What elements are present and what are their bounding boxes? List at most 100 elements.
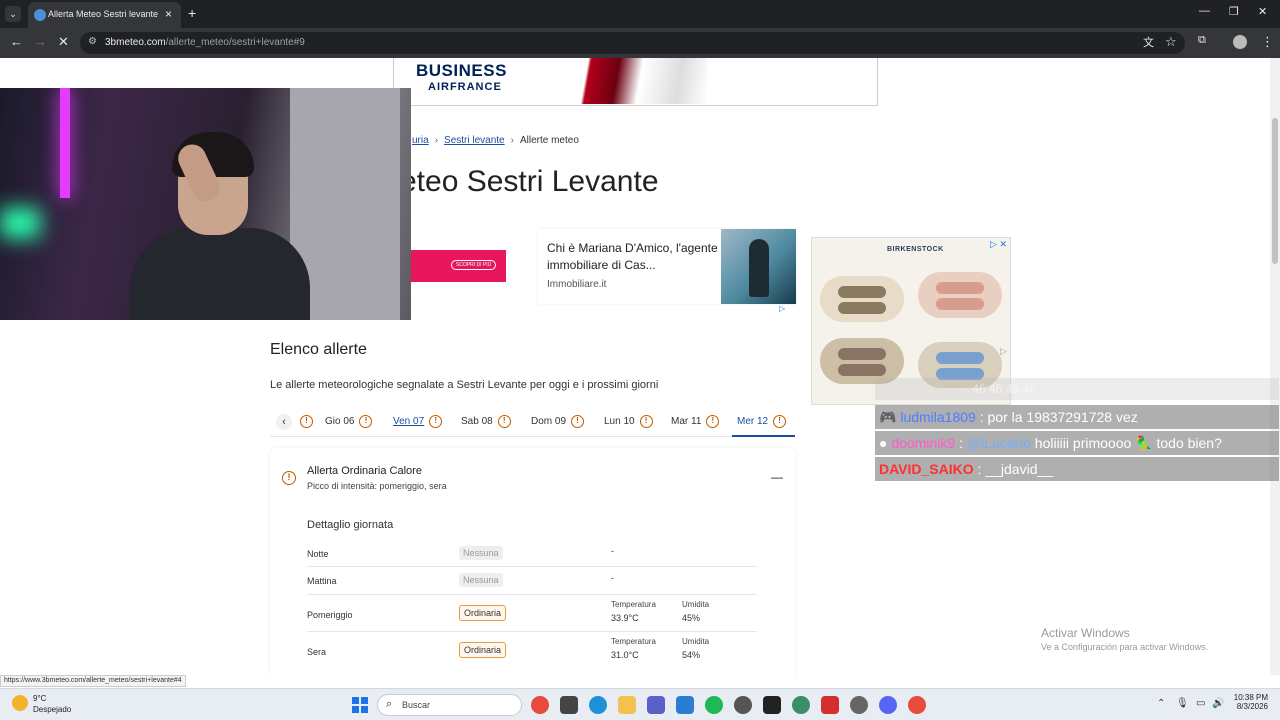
chat-text: holiiiii primoooo 🦜 todo bien? bbox=[1030, 435, 1222, 451]
humidity-label: Umidita bbox=[682, 637, 710, 646]
day-tabs: ‹ ! Gio 06! Ven 07! Sab 08! Dom 09! Lun … bbox=[270, 411, 795, 437]
chrome-active-app-icon[interactable] bbox=[908, 696, 926, 714]
spotify-app-icon[interactable] bbox=[705, 696, 723, 714]
temp-label: Temperatura bbox=[611, 600, 656, 609]
ad-image bbox=[557, 58, 707, 104]
row-value: - bbox=[611, 546, 614, 556]
immobiliare-ad-card[interactable]: Chi è Mariana D'Amico, l'agente immobili… bbox=[538, 229, 796, 304]
microphone-icon[interactable]: 🎙 bbox=[1176, 698, 1189, 709]
browser-tab[interactable]: Allerta Meteo Sestri levante [Og × bbox=[28, 2, 181, 28]
scrollbar-thumb[interactable] bbox=[1272, 118, 1278, 264]
adchoices-icon[interactable]: ▷ bbox=[779, 304, 785, 313]
chrome-app-icon[interactable] bbox=[531, 696, 549, 714]
chat-message: ● doominik9 : @iLucarto holiiiii primooo… bbox=[875, 431, 1279, 455]
chat-separator: : bbox=[955, 435, 967, 451]
maximize-button[interactable]: ❐ bbox=[1229, 5, 1239, 18]
breadcrumb: uria › Sestri levante › Allerte meteo bbox=[412, 135, 579, 146]
page-scrollbar[interactable] bbox=[1270, 58, 1280, 675]
taskbar-search[interactable]: ⌕ Buscar bbox=[377, 694, 522, 716]
store-app-icon[interactable] bbox=[560, 696, 578, 714]
close-window-button[interactable]: ✕ bbox=[1258, 5, 1267, 18]
pink-ad[interactable]: SCOPRI DI PIÙ bbox=[411, 250, 506, 282]
chat-message-faded: · 46.46.46.46 bbox=[875, 378, 1279, 400]
translate-icon[interactable]: 文 bbox=[1143, 34, 1154, 50]
windows-taskbar: 9°C Despejado ⌕ Buscar ⌃ 🎙 ▭ 🔊 10:38 PM … bbox=[0, 688, 1280, 720]
tab-day-6[interactable]: Mer 12! bbox=[737, 415, 787, 428]
profile-avatar[interactable] bbox=[1233, 35, 1247, 49]
alert-icon: ! bbox=[497, 415, 511, 428]
mail-app-icon[interactable] bbox=[676, 696, 694, 714]
ad-card-title[interactable]: Chi è Mariana D'Amico, l'agente immobili… bbox=[547, 240, 719, 274]
next-arrow-icon[interactable]: ▷ bbox=[1000, 346, 1007, 357]
ad-card-image[interactable] bbox=[721, 229, 796, 304]
clock-date: 8/3/2026 bbox=[1236, 702, 1268, 711]
tray-chevron-icon[interactable]: ⌃ bbox=[1157, 698, 1165, 709]
level-badge: Ordinaria bbox=[459, 605, 507, 621]
chat-mention: @iLucarto bbox=[966, 435, 1031, 451]
chat-username: ludmila1809 bbox=[900, 409, 976, 425]
temp-label: Temperatura bbox=[611, 637, 656, 646]
tab-day-2[interactable]: Sab 08! bbox=[461, 415, 511, 428]
app-icon[interactable] bbox=[821, 696, 839, 714]
collapse-button[interactable]: — bbox=[771, 470, 783, 484]
search-placeholder: Buscar bbox=[402, 700, 431, 710]
app-icon[interactable] bbox=[792, 696, 810, 714]
ad-close-icon[interactable]: ▷ ✕ bbox=[990, 239, 1007, 250]
level-badge: Nessuna bbox=[459, 573, 503, 587]
close-tab-icon[interactable]: × bbox=[165, 7, 172, 21]
watermark-line2: Ve a Configuración para activar Windows. bbox=[1041, 642, 1209, 652]
stop-loading-button[interactable]: ✕ bbox=[58, 34, 69, 50]
menu-icon[interactable]: ⋮ bbox=[1261, 34, 1274, 50]
alert-icon: ! bbox=[706, 415, 720, 428]
edge-app-icon[interactable] bbox=[589, 696, 607, 714]
chevron-right-icon: › bbox=[510, 135, 514, 146]
tab-day-1[interactable]: Ven 07! bbox=[393, 415, 443, 428]
explorer-app-icon[interactable] bbox=[618, 696, 636, 714]
epic-app-icon[interactable] bbox=[763, 696, 781, 714]
extensions-icon[interactable]: ⧉ bbox=[1198, 34, 1206, 47]
forward-button[interactable]: → bbox=[34, 34, 47, 49]
tab-day-3[interactable]: Dom 09! bbox=[531, 415, 585, 428]
ad-cta-button[interactable]: SCOPRI DI PIÙ bbox=[451, 260, 497, 270]
tab-search-button[interactable]: ⌄ bbox=[5, 6, 21, 22]
address-bar[interactable]: ⚙ 3bmeteo.com/allerte_meteo/sestri+levan… bbox=[80, 32, 1185, 54]
tab-day-4[interactable]: Lun 10! bbox=[604, 415, 653, 428]
tab-title: Allerta Meteo Sestri levante [Og bbox=[48, 9, 160, 19]
row-label: Notte bbox=[307, 549, 329, 559]
app-icon[interactable] bbox=[850, 696, 868, 714]
minimize-button[interactable]: — bbox=[1199, 5, 1210, 17]
new-tab-button[interactable]: + bbox=[188, 5, 196, 21]
favicon-icon bbox=[34, 9, 46, 21]
tab-day-0[interactable]: Gio 06! bbox=[325, 415, 373, 428]
volume-icon[interactable]: 🔊 bbox=[1212, 698, 1224, 709]
clock-time: 10:38 PM bbox=[1233, 693, 1268, 702]
teams-app-icon[interactable] bbox=[647, 696, 665, 714]
temp-value: 31.0°C bbox=[611, 650, 639, 660]
status-bar-url: https://www.3bmeteo.com/allerte_meteo/se… bbox=[0, 675, 186, 687]
webcam-overlay bbox=[0, 88, 411, 320]
tab-day-5[interactable]: Mar 11! bbox=[671, 415, 720, 428]
network-icon[interactable]: ▭ bbox=[1196, 698, 1205, 709]
site-info-icon[interactable]: ⚙ bbox=[88, 36, 97, 47]
windows-start-icon[interactable] bbox=[352, 697, 368, 713]
chevron-left-icon[interactable]: ‹ bbox=[276, 414, 292, 430]
discord-app-icon[interactable] bbox=[879, 696, 897, 714]
back-button[interactable]: ← bbox=[10, 34, 23, 49]
humidity-label: Umidita bbox=[682, 600, 710, 609]
chevron-right-icon: › bbox=[434, 135, 439, 146]
alert-subtitle: Picco di intensità: pomeriggio, sera bbox=[307, 481, 447, 491]
row-label: Sera bbox=[307, 647, 327, 657]
tray-clock[interactable]: 10:38 PM 8/3/2026 bbox=[1228, 693, 1268, 711]
sandal-image bbox=[820, 276, 904, 322]
badge-icon: 🎮 bbox=[879, 409, 897, 425]
badge-icon: ● bbox=[879, 435, 888, 451]
airfrance-ad-banner[interactable]: BUSINESS AIRFRANCE bbox=[393, 58, 878, 106]
breadcrumb-city-link[interactable]: Sestri levante bbox=[444, 135, 505, 146]
bookmark-star-icon[interactable]: ☆ bbox=[1165, 34, 1177, 50]
obs-app-icon[interactable] bbox=[734, 696, 752, 714]
humidity-value: 45% bbox=[682, 613, 701, 623]
breadcrumb-current: Allerte meteo bbox=[519, 135, 579, 146]
alert-icon: ! bbox=[359, 415, 373, 428]
moon-icon bbox=[12, 695, 28, 711]
breadcrumb-region-link[interactable]: uria bbox=[412, 135, 429, 146]
